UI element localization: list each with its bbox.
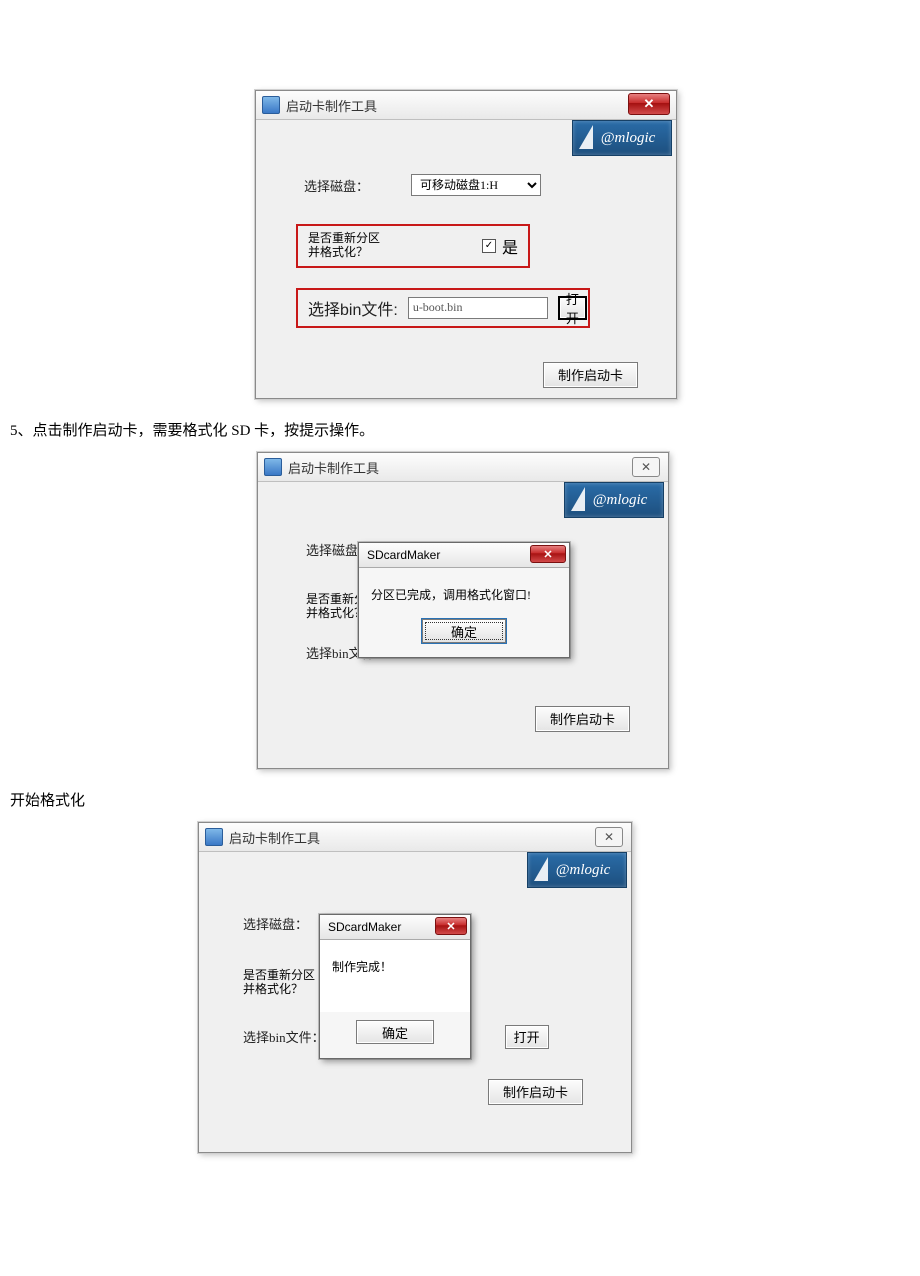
window-bootcard-2: 启动卡制作工具 ✕ @mlogic 选择磁盘： 是否重新分区 并格式化？ 选择b… (257, 452, 669, 769)
window-title: 启动卡制作工具 (286, 96, 377, 115)
dialog-sdmaker: SDcardMaker ✕ 分区已完成，调用格式化窗口! 确定 (358, 542, 570, 658)
close-icon[interactable]: ✕ (435, 917, 467, 935)
select-disk-label: 选择磁盘： (304, 176, 369, 195)
start-format-text: 开始格式化 (10, 789, 910, 810)
repartition-label: 是否重新分区 并格式化？ (243, 969, 315, 997)
titlebar: 启动卡制作工具 ✕ (256, 91, 676, 120)
repartition-checkbox[interactable]: ✓ (482, 239, 496, 253)
open-button[interactable]: 打开 (558, 296, 587, 320)
make-bootcard-button[interactable]: 制作启动卡 (488, 1079, 583, 1105)
brand-logo: @mlogic (572, 120, 672, 156)
select-disk-label: 选择磁盘： (243, 914, 308, 933)
disk-select[interactable]: 可移动磁盘1:H (411, 174, 541, 196)
brand-logo: @mlogic (527, 852, 627, 888)
close-icon[interactable]: ✕ (595, 827, 623, 847)
titlebar: 启动卡制作工具 ✕ (199, 823, 631, 852)
step-5-text: 5、点击制作启动卡，需要格式化 SD 卡，按提示操作。 (10, 419, 910, 440)
app-icon (264, 458, 282, 476)
window-bootcard-3: 启动卡制作工具 ✕ @mlogic 选择磁盘： 是否重新分区 并格式化？ 选择b… (198, 822, 632, 1153)
binfile-highlight-box: 选择bin文件: 打开 (296, 288, 590, 328)
ok-button[interactable]: 确定 (356, 1020, 434, 1044)
repartition-highlight-box: 是否重新分区 并格式化？ ✓ 是 (296, 224, 530, 268)
dialog-sdmaker: SDcardMaker ✕ 制作完成！ 确定 (319, 914, 471, 1059)
open-button[interactable]: 打开 (505, 1025, 549, 1049)
brand-logo: @mlogic (564, 482, 664, 518)
close-icon[interactable]: ✕ (530, 545, 566, 563)
dialog-title: SDcardMaker ✕ (359, 543, 569, 568)
select-bin-label: 选择bin文件： (243, 1027, 325, 1046)
window-title: 启动卡制作工具 (288, 458, 379, 477)
close-icon[interactable]: ✕ (632, 457, 660, 477)
make-bootcard-button[interactable]: 制作启动卡 (535, 706, 630, 732)
make-bootcard-button[interactable]: 制作启动卡 (543, 362, 638, 388)
dialog-message: 分区已完成，调用格式化窗口! (359, 568, 569, 611)
close-icon[interactable]: ✕ (628, 93, 670, 115)
app-icon (262, 96, 280, 114)
window-bootcard-1: 启动卡制作工具 ✕ @mlogic 选择磁盘： 可移动磁盘1:H 是否重新分区 … (255, 90, 677, 399)
bin-file-input[interactable] (408, 297, 548, 319)
titlebar: 启动卡制作工具 ✕ (258, 453, 668, 482)
dialog-message: 制作完成！ (320, 940, 470, 1012)
ok-button[interactable]: 确定 (422, 619, 506, 643)
select-bin-label: 选择bin文件: (308, 296, 398, 320)
window-title: 启动卡制作工具 (229, 828, 320, 847)
checkbox-yes-label: 是 (502, 234, 518, 258)
repartition-label: 是否重新分区 并格式化？ (308, 232, 380, 260)
app-icon (205, 828, 223, 846)
dialog-title: SDcardMaker ✕ (320, 915, 470, 940)
